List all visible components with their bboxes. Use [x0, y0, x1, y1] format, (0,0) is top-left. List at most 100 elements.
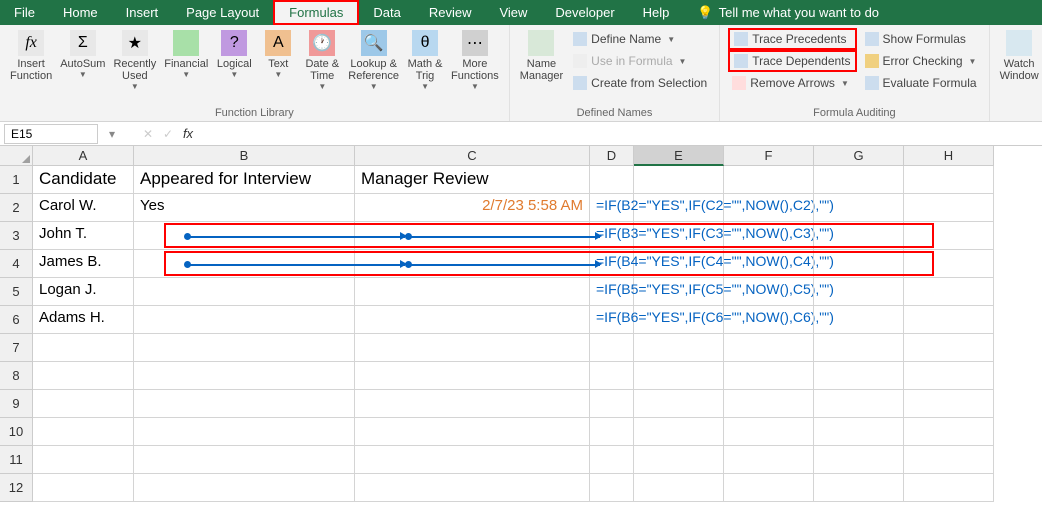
cell[interactable] — [814, 194, 904, 222]
column-header[interactable]: C — [355, 146, 590, 166]
cell[interactable]: Carol W. — [33, 194, 134, 222]
cell[interactable] — [724, 194, 814, 222]
cell[interactable] — [355, 474, 590, 502]
cell[interactable] — [134, 362, 355, 390]
cell[interactable]: =IF(B3="YES",IF(C3="",NOW(),C3),"") — [590, 222, 634, 250]
cell[interactable] — [634, 306, 724, 334]
cell[interactable]: =IF(B2="YES",IF(C2="",NOW(),C2),"") — [590, 194, 634, 222]
recently-used-button[interactable]: ★ RecentlyUsed▼ — [109, 28, 160, 105]
cell[interactable] — [814, 390, 904, 418]
cell[interactable] — [134, 474, 355, 502]
cell[interactable] — [814, 222, 904, 250]
tab-developer[interactable]: Developer — [541, 0, 628, 25]
cell[interactable] — [724, 474, 814, 502]
row-header[interactable]: 10 — [0, 418, 33, 446]
tab-page-layout[interactable]: Page Layout — [172, 0, 273, 25]
column-header[interactable]: A — [33, 146, 134, 166]
cell[interactable] — [904, 306, 994, 334]
cell[interactable] — [904, 250, 994, 278]
cell[interactable] — [355, 222, 590, 250]
cell[interactable]: =IF(B5="YES",IF(C5="",NOW(),C5),"") — [590, 278, 634, 306]
tab-file[interactable]: File — [0, 0, 49, 25]
cell[interactable] — [355, 334, 590, 362]
cell[interactable] — [904, 166, 994, 194]
date-time-button[interactable]: 🕐 Date &Time▼ — [300, 28, 344, 105]
row-header[interactable]: 6 — [0, 306, 33, 334]
tab-help[interactable]: Help — [629, 0, 684, 25]
cell[interactable] — [724, 446, 814, 474]
cell[interactable]: Candidate — [33, 166, 134, 194]
cell[interactable] — [33, 362, 134, 390]
cancel-icon[interactable]: ✕ — [138, 127, 158, 141]
cell[interactable] — [634, 334, 724, 362]
cell[interactable] — [724, 306, 814, 334]
name-box[interactable] — [4, 124, 98, 144]
row-header[interactable]: 5 — [0, 278, 33, 306]
tab-view[interactable]: View — [485, 0, 541, 25]
row-header[interactable]: 7 — [0, 334, 33, 362]
autosum-button[interactable]: Σ AutoSum▼ — [56, 28, 109, 105]
select-all-button[interactable] — [0, 146, 33, 166]
cell[interactable]: Appeared for Interview — [134, 166, 355, 194]
math-trig-button[interactable]: θ Math &Trig▼ — [403, 28, 447, 105]
insert-function-button[interactable]: fx InsertFunction — [6, 28, 56, 105]
cell[interactable] — [33, 418, 134, 446]
cell[interactable] — [814, 474, 904, 502]
name-manager-button[interactable]: NameManager — [516, 28, 567, 105]
row-header[interactable]: 3 — [0, 222, 33, 250]
cell[interactable] — [590, 446, 634, 474]
column-header[interactable]: H — [904, 146, 994, 166]
cell[interactable] — [814, 418, 904, 446]
cell[interactable] — [355, 250, 590, 278]
column-header[interactable]: D — [590, 146, 634, 166]
cell[interactable] — [904, 222, 994, 250]
cell[interactable] — [590, 418, 634, 446]
cell[interactable] — [724, 166, 814, 194]
row-header[interactable]: 9 — [0, 390, 33, 418]
show-formulas-button[interactable]: Show Formulas — [861, 28, 981, 50]
cell[interactable] — [634, 278, 724, 306]
evaluate-formula-button[interactable]: Evaluate Formula — [861, 72, 981, 94]
define-name-button[interactable]: Define Name▼ — [569, 28, 711, 50]
lookup-reference-button[interactable]: 🔍 Lookup &Reference▼ — [344, 28, 403, 105]
cell[interactable] — [814, 446, 904, 474]
cell[interactable]: James B. — [33, 250, 134, 278]
enter-icon[interactable]: ✓ — [158, 127, 178, 141]
cell[interactable] — [904, 390, 994, 418]
cell[interactable] — [355, 306, 590, 334]
cell[interactable] — [134, 418, 355, 446]
cell[interactable] — [134, 278, 355, 306]
row-header[interactable]: 2 — [0, 194, 33, 222]
cell[interactable] — [355, 446, 590, 474]
cell[interactable] — [355, 390, 590, 418]
row-header[interactable]: 8 — [0, 362, 33, 390]
cell[interactable] — [724, 250, 814, 278]
cell[interactable] — [904, 334, 994, 362]
cell[interactable] — [634, 194, 724, 222]
cell[interactable] — [814, 362, 904, 390]
watch-window-button[interactable]: WatchWindow — [996, 28, 1042, 105]
cell[interactable] — [724, 362, 814, 390]
cell[interactable] — [634, 474, 724, 502]
cell[interactable] — [814, 250, 904, 278]
cell[interactable]: 2/7/23 5:58 AM — [355, 194, 590, 222]
cell[interactable] — [355, 278, 590, 306]
cell[interactable] — [814, 166, 904, 194]
tab-review[interactable]: Review — [415, 0, 486, 25]
row-header[interactable]: 1 — [0, 166, 33, 194]
cell[interactable] — [904, 418, 994, 446]
row-header[interactable]: 12 — [0, 474, 33, 502]
cell[interactable] — [904, 446, 994, 474]
tab-formulas[interactable]: Formulas — [273, 0, 359, 25]
tab-data[interactable]: Data — [359, 0, 414, 25]
cell[interactable] — [724, 390, 814, 418]
cell[interactable]: =IF(B6="YES",IF(C6="",NOW(),C6),"") — [590, 306, 634, 334]
cell[interactable] — [634, 166, 724, 194]
cell[interactable] — [134, 334, 355, 362]
cell[interactable]: Manager Review — [355, 166, 590, 194]
cell[interactable] — [634, 222, 724, 250]
cell[interactable] — [33, 446, 134, 474]
trace-precedents-button[interactable]: Trace Precedents — [728, 28, 856, 50]
cell[interactable] — [904, 474, 994, 502]
cell[interactable] — [134, 222, 355, 250]
